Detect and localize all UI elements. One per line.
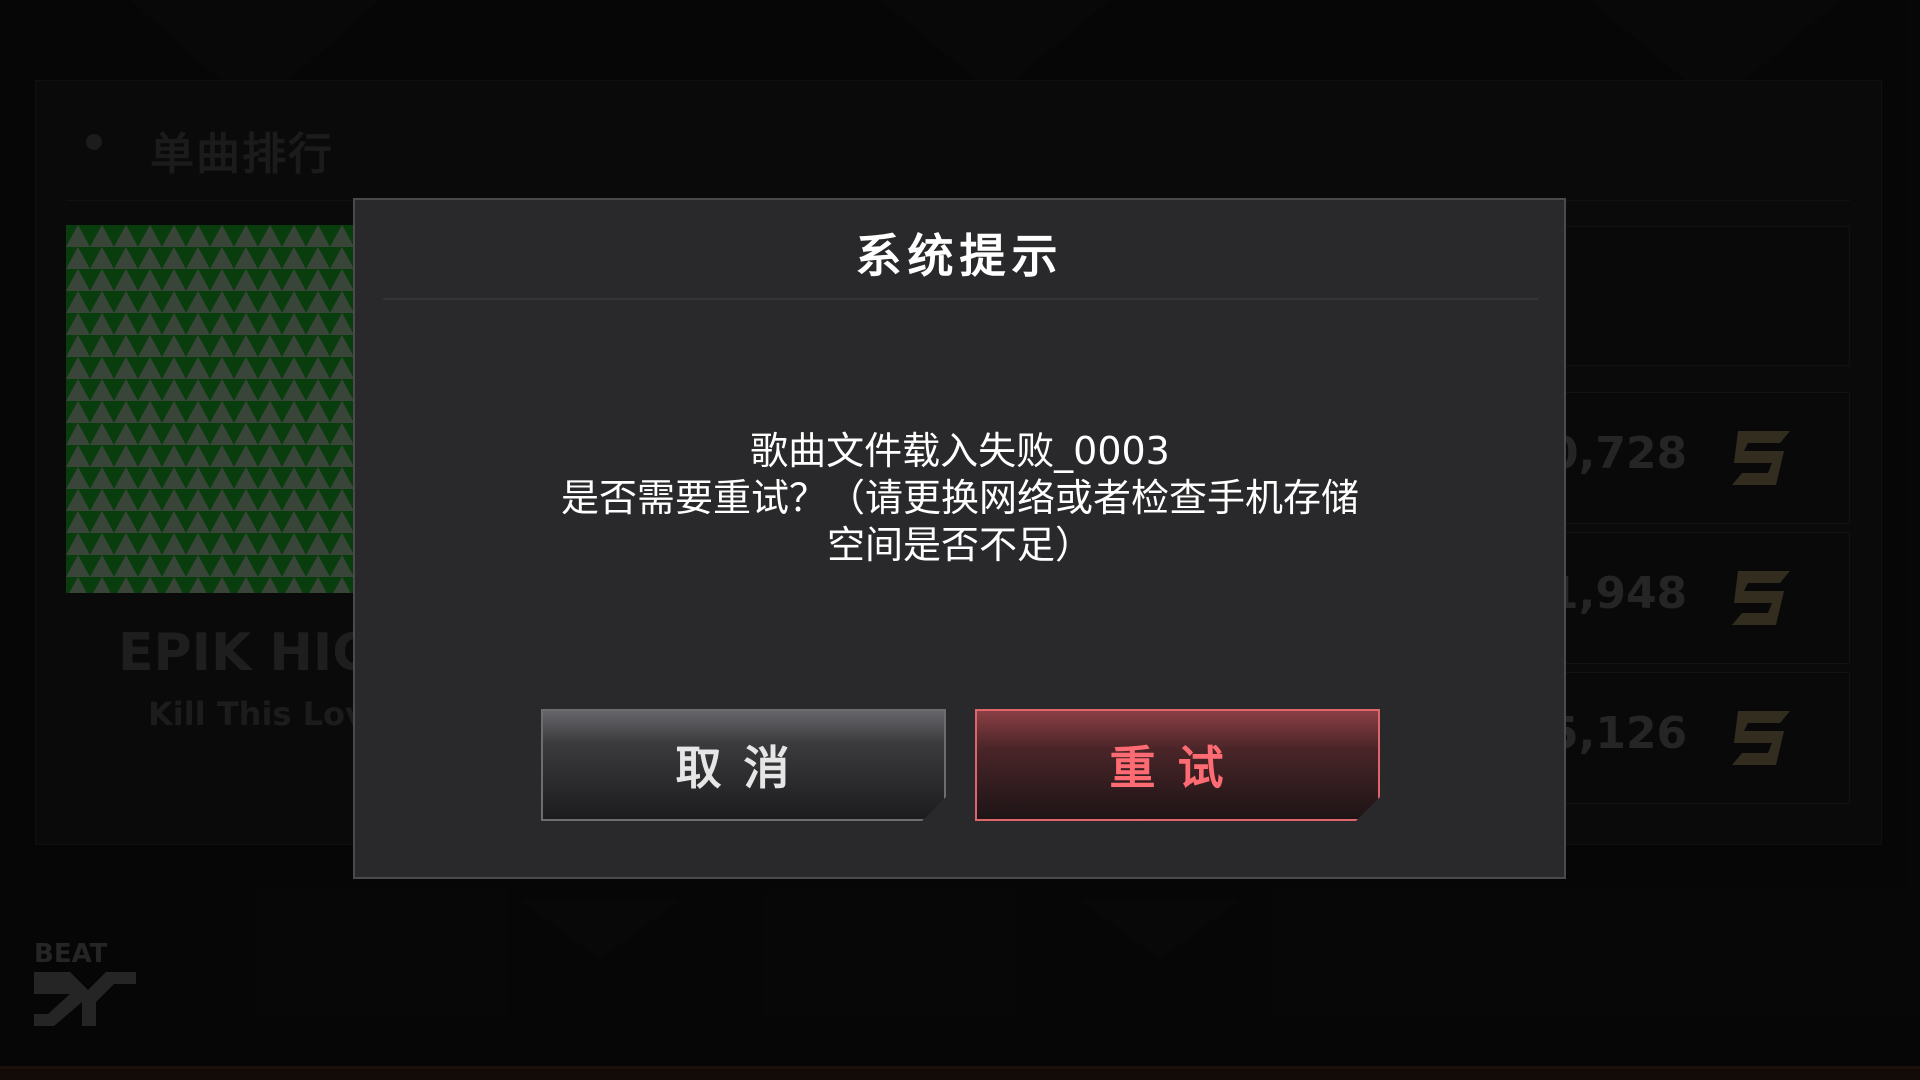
cancel-button[interactable]: 取消 [541,709,946,821]
cancel-button-label: 取消 [675,741,812,795]
retry-button[interactable]: 重试 [975,709,1380,821]
retry-button-label: 重试 [1109,741,1246,795]
message-line: 歌曲文件载入失败_0003 [750,429,1170,473]
dialog-title: 系统提示 [855,229,1064,283]
message-line: 是否需要重试？（请更换网络或者检查手机存储 [560,476,1359,520]
dialog-message: 歌曲文件载入失败_0003 是否需要重试？（请更换网络或者检查手机存储 空间是否… [475,428,1445,569]
system-alert-dialog: 系统提示 歌曲文件载入失败_0003 是否需要重试？（请更换网络或者检查手机存储… [353,198,1566,879]
dialog-divider [383,298,1538,300]
message-line: 空间是否不足） [826,523,1093,567]
